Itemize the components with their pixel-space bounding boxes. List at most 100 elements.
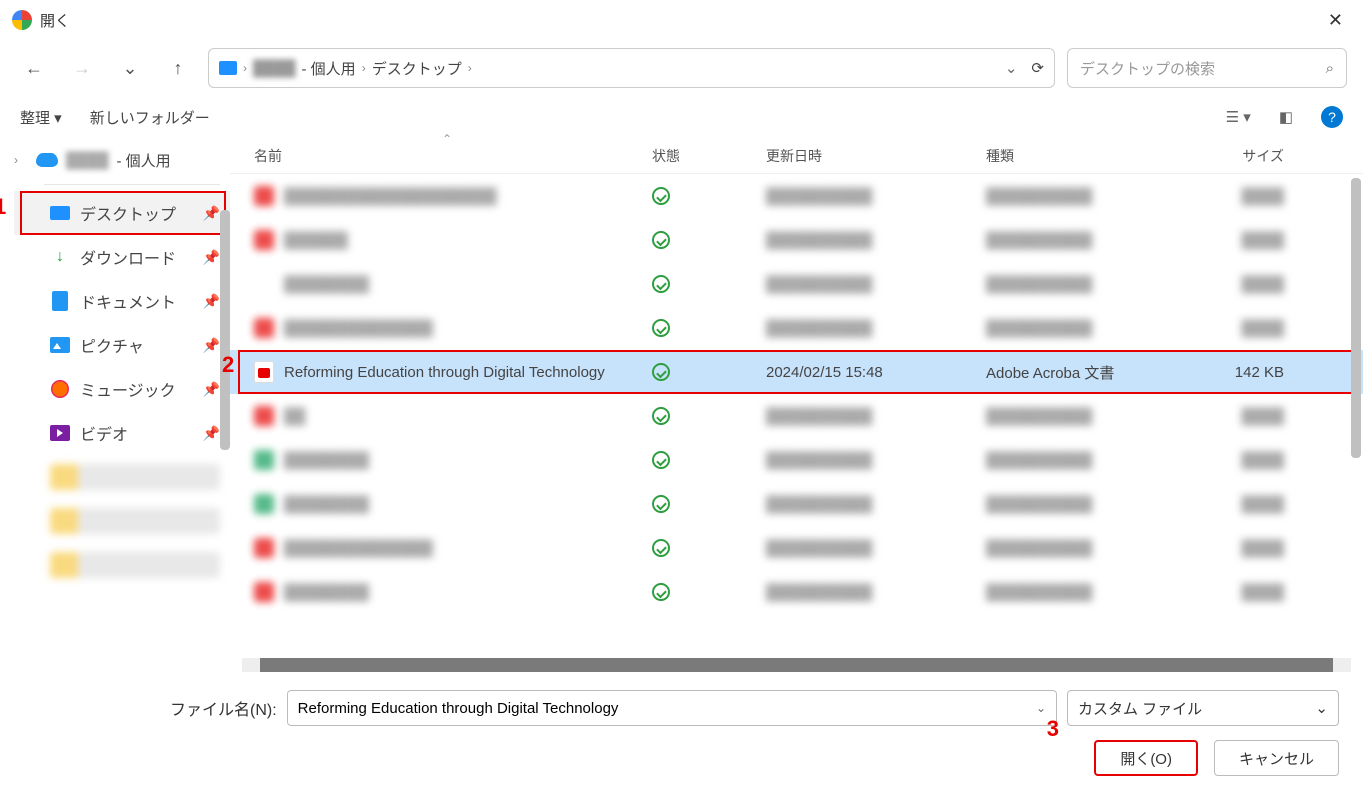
- file-icon: [254, 406, 274, 426]
- dialog-footer: ファイル名(N): Reforming Education through Di…: [0, 672, 1363, 776]
- app-icon: [12, 10, 32, 30]
- file-row[interactable]: ██████████████████████████████████████: [230, 526, 1363, 570]
- filetype-select[interactable]: カスタム ファイル ⌄: [1067, 690, 1339, 726]
- sidebar-item-desktop[interactable]: デスクトップ 📌: [14, 191, 230, 235]
- file-date: ██████████: [766, 276, 986, 293]
- annotation-marker-3: 3: [1047, 716, 1059, 742]
- video-icon: [50, 425, 70, 441]
- address-segment-hidden[interactable]: ████: [253, 60, 296, 77]
- sidebar-item-music[interactable]: ミュージック 📌: [14, 367, 230, 411]
- new-folder-button[interactable]: 新しいフォルダー: [90, 107, 210, 128]
- sidebar-item-label: デスクトップ: [80, 201, 176, 225]
- help-icon[interactable]: ?: [1321, 106, 1343, 128]
- file-date: ██████████: [766, 232, 986, 249]
- sync-ok-icon: [652, 363, 670, 381]
- file-date: ██████████: [766, 496, 986, 513]
- file-icon: [254, 186, 274, 206]
- file-type: ██████████: [986, 540, 1180, 557]
- titlebar: 開く ✕: [0, 0, 1363, 40]
- chevron-icon: ›: [362, 61, 366, 75]
- sync-ok-icon: [652, 187, 670, 205]
- file-date: ██████████: [766, 408, 986, 425]
- pin-icon: 📌: [203, 249, 220, 266]
- file-row[interactable]: ████████████████████████████████: [230, 438, 1363, 482]
- forward-button[interactable]: →: [64, 50, 100, 86]
- filename-label: ファイル名(N):: [170, 696, 277, 720]
- column-headers: ⌃ 名前 状態 更新日時 種類 サイズ: [230, 138, 1363, 174]
- address-segment-personal[interactable]: - 個人用: [302, 58, 356, 79]
- cloud-icon: [36, 153, 58, 167]
- file-name: ████████: [284, 452, 369, 469]
- file-list-pane: 2 ⌃ 名前 状態 更新日時 種類 サイズ ██████████████████…: [230, 138, 1363, 672]
- chevron-icon: ›: [243, 61, 247, 75]
- back-button[interactable]: ←: [16, 50, 52, 86]
- file-icon: [254, 582, 274, 602]
- sync-ok-icon: [652, 231, 670, 249]
- file-name: ██████████████: [284, 320, 433, 337]
- address-bar[interactable]: › ████ - 個人用 › デスクトップ › ⌄ ⟳: [208, 48, 1055, 88]
- horizontal-scrollbar[interactable]: [242, 658, 1351, 672]
- file-row[interactable]: ██████████████████████████████: [230, 218, 1363, 262]
- sidebar-item-hidden[interactable]: [14, 543, 230, 587]
- sync-ok-icon: [652, 583, 670, 601]
- sync-ok-icon: [652, 451, 670, 469]
- refresh-icon[interactable]: ⟳: [1031, 59, 1044, 77]
- window-title: 開く: [40, 10, 70, 31]
- preview-pane-icon[interactable]: ◧: [1279, 108, 1293, 126]
- sidebar-item-documents[interactable]: ドキュメント 📌: [14, 279, 230, 323]
- sync-ok-icon: [652, 407, 670, 425]
- file-type: Adobe Acroba 文書: [986, 362, 1180, 383]
- up-button[interactable]: ↑: [160, 50, 196, 86]
- view-mode-icon[interactable]: ☰ ▾: [1226, 108, 1251, 126]
- file-row[interactable]: ████████████████████████████████: [230, 262, 1363, 306]
- pdf-icon: [254, 361, 274, 383]
- search-input[interactable]: デスクトップの検索 ⌕: [1067, 48, 1347, 88]
- recent-dropdown-icon[interactable]: ⌄: [112, 50, 148, 86]
- filetype-dropdown-icon[interactable]: ⌄: [1315, 699, 1328, 717]
- file-name: ██████: [284, 232, 348, 249]
- tree-scrollbar[interactable]: [220, 210, 230, 450]
- sort-indicator-icon: ⌃: [442, 132, 452, 146]
- scrollbar-thumb[interactable]: [260, 658, 1333, 672]
- address-dropdown-icon[interactable]: ⌄: [1005, 59, 1018, 77]
- column-name[interactable]: 名前: [254, 146, 652, 166]
- tree-root-onedrive[interactable]: › ████ - 個人用: [14, 142, 230, 178]
- file-row[interactable]: ██████████████████████████████████████: [230, 306, 1363, 350]
- filename-input[interactable]: Reforming Education through Digital Tech…: [287, 690, 1057, 726]
- column-size[interactable]: サイズ: [1180, 146, 1298, 166]
- annotation-marker-2: 2: [222, 352, 234, 378]
- desktop-icon: [50, 206, 70, 220]
- cancel-button[interactable]: キャンセル: [1214, 740, 1339, 776]
- file-type: ██████████: [986, 188, 1180, 205]
- file-name: ████████: [284, 276, 369, 293]
- address-segment-desktop[interactable]: デスクトップ: [372, 58, 462, 79]
- column-state[interactable]: 状態: [652, 146, 766, 166]
- file-size: ████: [1180, 320, 1298, 337]
- file-name: ██████████████: [284, 540, 433, 557]
- sidebar-item-label: ドキュメント: [80, 289, 176, 313]
- open-button[interactable]: 開く(O): [1094, 740, 1198, 776]
- sidebar-item-hidden[interactable]: [14, 499, 230, 543]
- sidebar-item-hidden[interactable]: [14, 455, 230, 499]
- document-icon: [52, 291, 68, 311]
- vertical-scrollbar[interactable]: [1351, 178, 1361, 458]
- column-date[interactable]: 更新日時: [766, 146, 986, 166]
- sidebar-item-downloads[interactable]: ↓ ダウンロード 📌: [14, 235, 230, 279]
- file-row[interactable]: ██████████████████████████: [230, 394, 1363, 438]
- filename-dropdown-icon[interactable]: ⌄: [1036, 701, 1046, 715]
- file-row[interactable]: ████████████████████████████████████████…: [230, 174, 1363, 218]
- sidebar-item-pictures[interactable]: ピクチャ 📌: [14, 323, 230, 367]
- file-row[interactable]: ████████████████████████████████: [230, 570, 1363, 614]
- file-row-selected[interactable]: Reforming Education through Digital Tech…: [230, 350, 1363, 394]
- expand-icon[interactable]: ›: [14, 153, 28, 167]
- sidebar-item-videos[interactable]: ビデオ 📌: [14, 411, 230, 455]
- file-size: 142 KB: [1180, 364, 1298, 381]
- annotation-marker-1: 1: [0, 194, 6, 220]
- organize-menu[interactable]: 整理 ▾: [20, 107, 62, 128]
- close-icon[interactable]: ✕: [1320, 6, 1351, 35]
- file-row[interactable]: ████████████████████████████████: [230, 482, 1363, 526]
- filetype-value: カスタム ファイル: [1078, 698, 1202, 719]
- file-size: ████: [1180, 584, 1298, 601]
- file-icon: [254, 450, 274, 470]
- column-type[interactable]: 種類: [986, 146, 1180, 166]
